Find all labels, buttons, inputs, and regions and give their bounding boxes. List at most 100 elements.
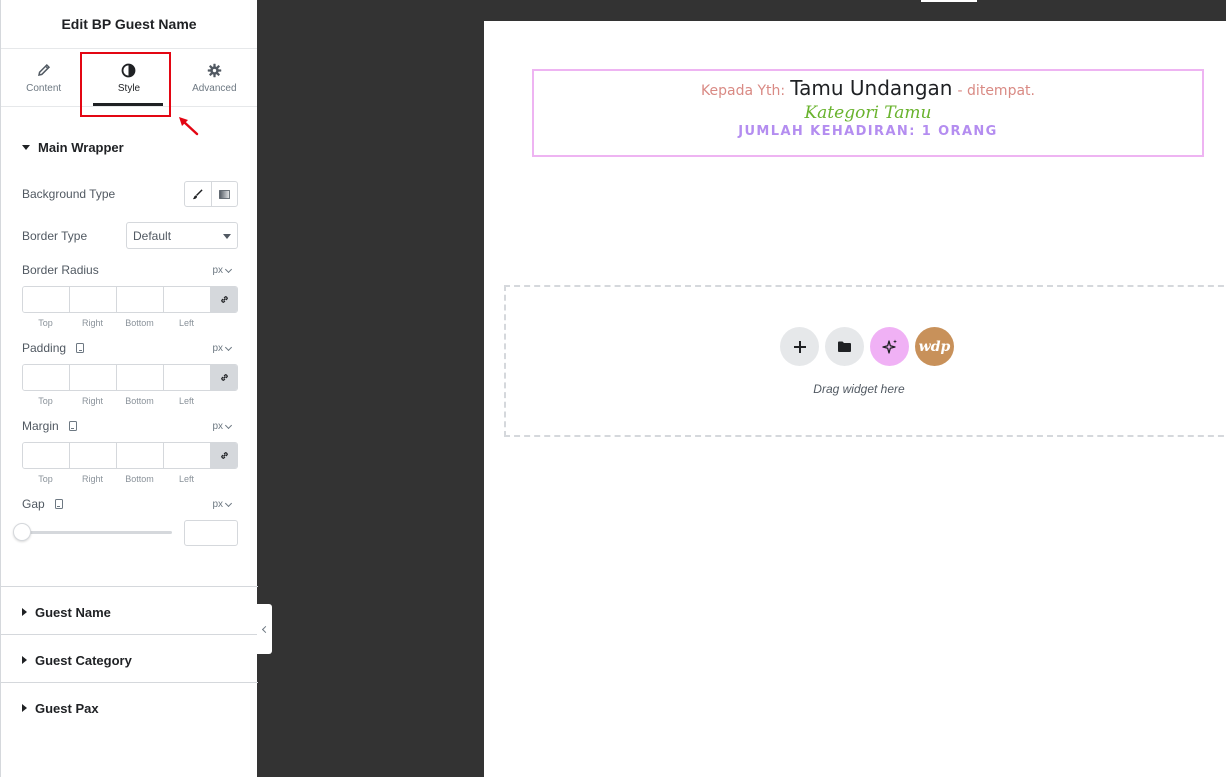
padding-unit[interactable]: px — [212, 343, 233, 354]
guest-suffix: - ditempat. — [957, 83, 1035, 99]
gap-slider-track[interactable] — [22, 531, 172, 534]
border-type-select[interactable]: Default — [126, 222, 238, 249]
guest-greeting-line: Kepada Yth: Tamu Undangan - ditempat. — [534, 76, 1202, 100]
chevron-left-icon — [261, 625, 270, 633]
link-icon[interactable] — [211, 365, 237, 390]
tab-style[interactable]: Style — [86, 49, 171, 106]
responsive-device-icon[interactable] — [76, 343, 85, 353]
border-radius-bottom-input[interactable] — [117, 287, 164, 312]
chevron-down-icon — [224, 343, 233, 351]
dim-label-right: Right — [81, 474, 103, 484]
padding-bottom-input[interactable] — [117, 365, 164, 390]
padding-right-input[interactable] — [70, 365, 117, 390]
dim-label-bottom: Bottom — [125, 318, 154, 328]
section-guest-name-label: Guest Name — [35, 604, 111, 620]
divider — [1, 682, 258, 683]
section-guest-category[interactable]: Guest Category — [1, 652, 132, 668]
drop-zone-hint: Drag widget here — [813, 382, 905, 396]
border-radius-label: Border Radius — [22, 263, 99, 277]
divider — [1, 634, 258, 635]
padding-left-input[interactable] — [164, 365, 211, 390]
gap-unit[interactable]: px — [212, 499, 233, 510]
preview-canvas: Kepada Yth: Tamu Undangan - ditempat. Ka… — [484, 21, 1226, 777]
background-type-label: Background Type — [22, 187, 116, 201]
gear-icon — [207, 61, 222, 79]
guest-pax: JUMLAH KEHADIRAN: 1 ORANG — [738, 124, 998, 139]
section-guest-name[interactable]: Guest Name — [1, 604, 111, 620]
guest-prefix: Kepada Yth: — [701, 83, 786, 99]
border-radius-unit[interactable]: px — [212, 265, 233, 276]
section-guest-pax[interactable]: Guest Pax — [1, 700, 99, 716]
dim-label-left: Left — [178, 474, 194, 484]
padding-top-input[interactable] — [23, 365, 70, 390]
editor-panel: Edit BP Guest Name Content Style Advance… — [0, 0, 258, 777]
dim-label-left: Left — [178, 396, 194, 406]
margin-unit[interactable]: px — [212, 421, 233, 432]
guest-name-widget[interactable]: Kepada Yth: Tamu Undangan - ditempat. Ka… — [532, 69, 1204, 157]
dim-label-top: Top — [38, 318, 53, 328]
padding-label-text: Padding — [22, 341, 67, 355]
ai-assistant-button[interactable] — [870, 327, 909, 366]
dim-label-bottom: Bottom — [125, 474, 154, 484]
responsive-device-icon[interactable] — [68, 421, 77, 431]
sparkle-icon — [881, 339, 897, 354]
section-main-wrapper-label: Main Wrapper — [38, 139, 124, 155]
dim-label-top: Top — [38, 474, 53, 484]
caret-down-icon — [22, 144, 30, 150]
wdp-logo-button[interactable]: wdp — [915, 327, 954, 366]
guest-name: Tamu Undangan — [790, 76, 953, 100]
margin-label-text: Margin — [22, 419, 59, 433]
caret-right-icon — [22, 608, 27, 616]
drop-zone-actions: wdp — [780, 327, 954, 366]
margin-left-input[interactable] — [164, 443, 211, 468]
gap-input[interactable] — [184, 520, 238, 546]
caret-right-icon — [22, 704, 27, 712]
margin-right-input[interactable] — [70, 443, 117, 468]
divider — [1, 586, 258, 587]
border-radius-right-input[interactable] — [70, 287, 117, 312]
contrast-icon — [121, 61, 136, 79]
chevron-down-icon — [224, 421, 233, 429]
dim-label-right: Right — [81, 396, 103, 406]
border-radius-left-input[interactable] — [164, 287, 211, 312]
caret-right-icon — [22, 656, 27, 664]
wdp-logo-text: wdp — [918, 338, 951, 355]
section-main-wrapper[interactable]: Main Wrapper — [1, 139, 124, 155]
tab-content[interactable]: Content — [1, 49, 86, 106]
tab-content-label: Content — [26, 83, 62, 94]
gap-slider-handle[interactable] — [13, 523, 31, 541]
link-icon[interactable] — [211, 287, 237, 312]
margin-bottom-input[interactable] — [117, 443, 164, 468]
add-template-button[interactable] — [825, 327, 864, 366]
guest-category: Kategori Tamu — [804, 103, 932, 123]
border-radius-top-input[interactable] — [23, 287, 70, 312]
widget-drop-zone[interactable]: wdp Drag widget here — [504, 285, 1226, 437]
unit-label: px — [212, 499, 223, 510]
brush-icon[interactable] — [185, 182, 211, 206]
link-icon[interactable] — [211, 443, 237, 468]
dim-label-top: Top — [38, 396, 53, 406]
tab-advanced-label: Advanced — [192, 83, 237, 94]
padding-label: Padding — [22, 341, 85, 355]
panel-title: Edit BP Guest Name — [1, 0, 257, 49]
section-guest-pax-label: Guest Pax — [35, 700, 99, 716]
tab-advanced[interactable]: Advanced — [172, 49, 257, 106]
section-guest-category-label: Guest Category — [35, 652, 132, 668]
tab-style-label: Style — [117, 83, 141, 94]
gradient-icon[interactable] — [210, 182, 238, 206]
border-radius-inputs — [22, 286, 238, 313]
padding-dim-labels: Top Right Bottom Left — [22, 396, 210, 406]
pencil-icon — [37, 61, 51, 79]
collapse-panel-button[interactable] — [257, 604, 272, 654]
unit-label: px — [212, 343, 223, 354]
dim-label-right: Right — [81, 318, 103, 328]
border-radius-dim-labels: Top Right Bottom Left — [22, 318, 210, 328]
gap-label: Gap — [22, 497, 63, 511]
chevron-down-icon — [224, 265, 233, 273]
border-type-value: Default — [133, 228, 172, 243]
add-section-button[interactable] — [780, 327, 819, 366]
margin-inputs — [22, 442, 238, 469]
margin-top-input[interactable] — [23, 443, 70, 468]
responsive-device-icon[interactable] — [54, 499, 63, 509]
caret-down-icon — [223, 234, 231, 239]
